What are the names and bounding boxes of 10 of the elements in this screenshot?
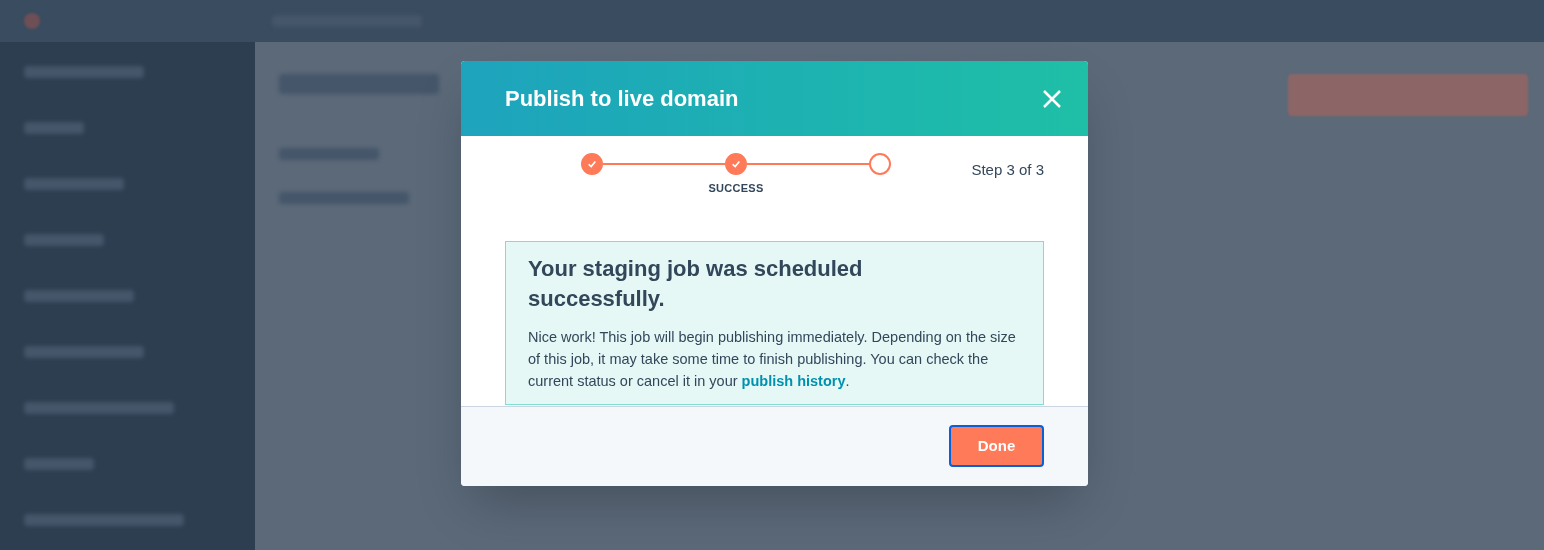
publish-history-link[interactable]: publish history bbox=[741, 372, 846, 389]
step-label: SUCCESS bbox=[708, 181, 764, 196]
logo-icon bbox=[24, 13, 40, 29]
alert-message: Nice work! This job will begin publishing immediately. Depending on the size of this job, it may take some time to finish publishing. You can check the current status or cancel it in your publish history. bbox=[528, 327, 1017, 391]
dialog-title: Publish to live domain bbox=[505, 85, 739, 113]
blurred-placeholder bbox=[24, 122, 84, 134]
step-counter: Step 3 of 3 bbox=[971, 160, 1044, 180]
blurred-placeholder bbox=[24, 458, 94, 470]
done-button[interactable]: Done bbox=[949, 425, 1044, 467]
alert-heading: Your staging job was scheduled successfully. bbox=[528, 254, 864, 313]
